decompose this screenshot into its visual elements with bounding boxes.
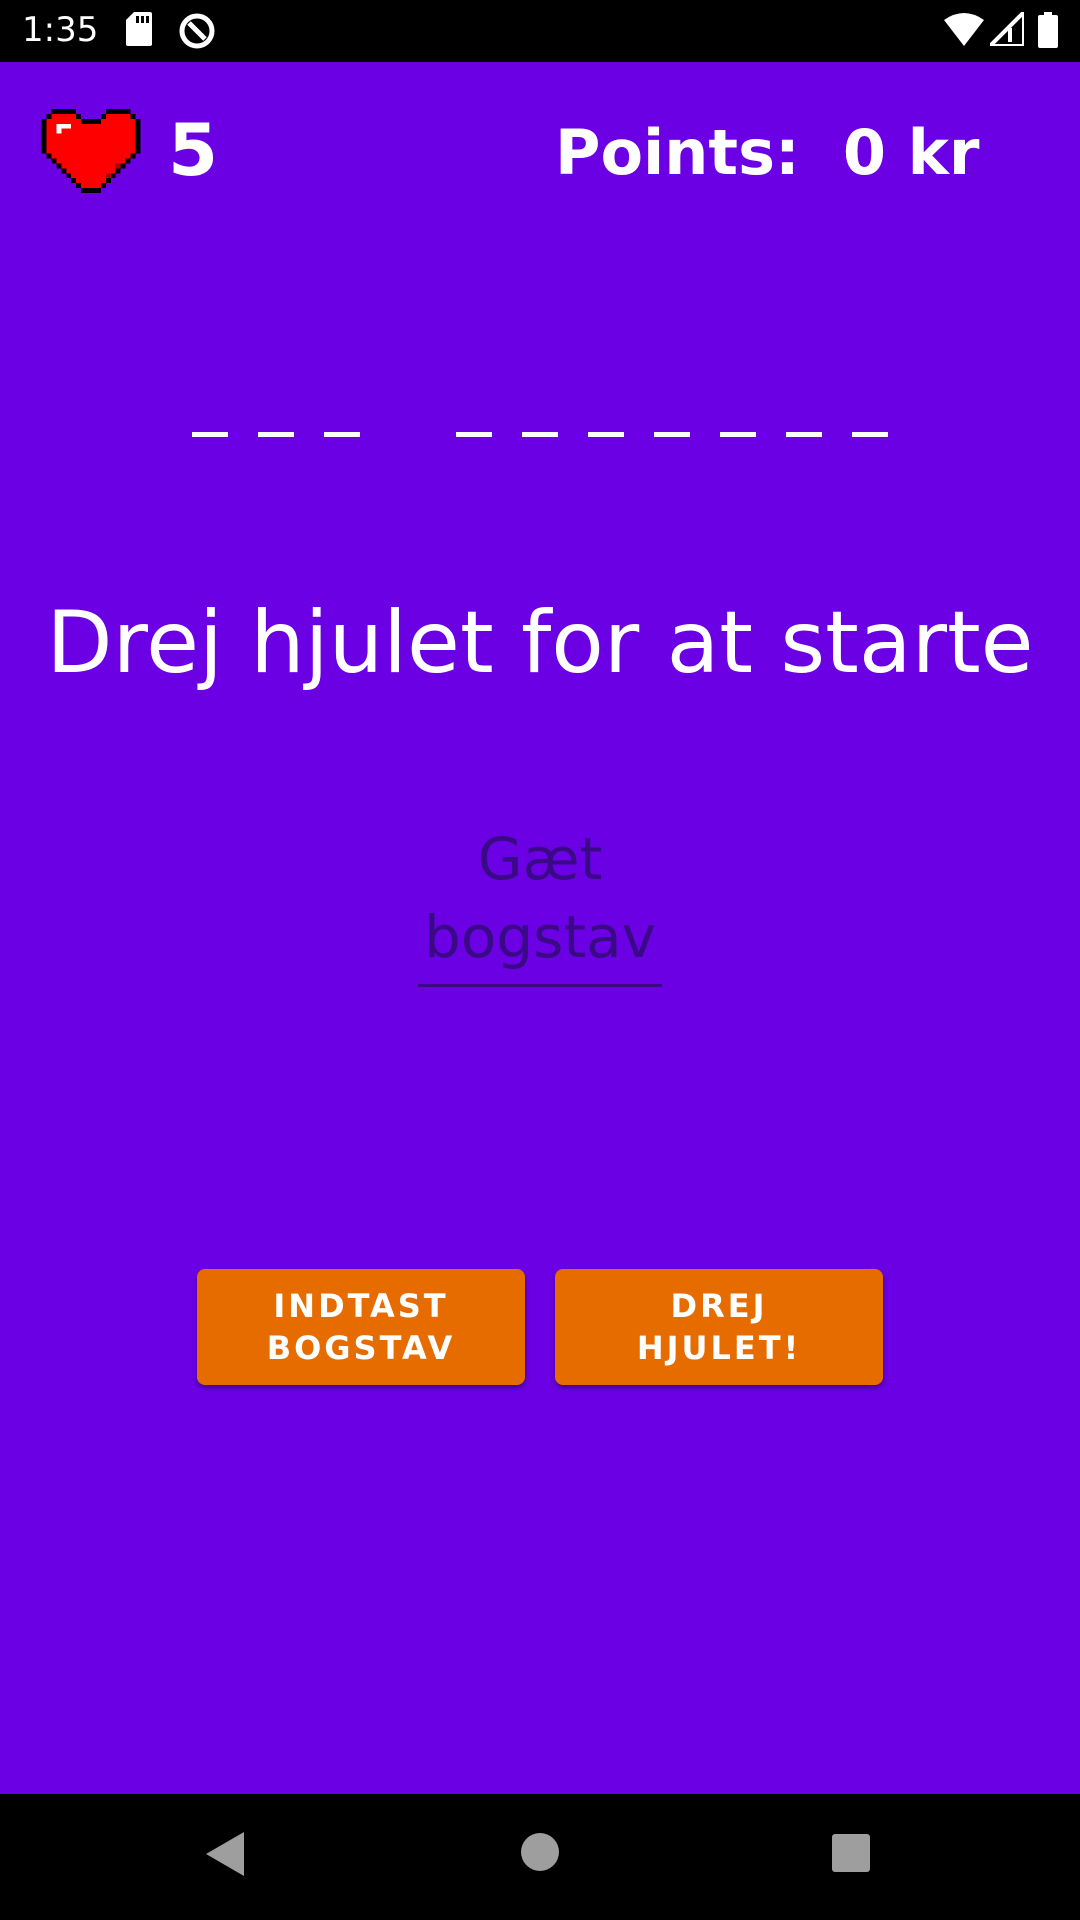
spin-wheel-button[interactable]: DREJ HJULET! — [555, 1269, 883, 1385]
letter-blank — [192, 432, 228, 437]
enter-letter-button[interactable]: INDTAST BOGSTAV — [197, 1269, 525, 1385]
data-saver-icon — [179, 13, 215, 49]
spin-wheel-label-2: HJULET! — [636, 1329, 802, 1367]
letter-blank — [852, 432, 888, 437]
letter-blank — [720, 432, 756, 437]
recents-icon[interactable] — [832, 1834, 870, 1872]
status-message: Drej hjulet for at starte — [46, 593, 1034, 693]
guess-letter-input[interactable] — [418, 824, 662, 987]
home-icon[interactable] — [520, 1832, 560, 1872]
letter-blank — [654, 432, 690, 437]
lives-count: 5 — [168, 108, 219, 192]
letter-blank — [258, 432, 294, 437]
navigation-bar — [0, 1794, 1080, 1920]
status-bar: 1:35 — [0, 0, 1080, 62]
battery-icon — [1038, 12, 1058, 48]
letter-blank — [456, 432, 492, 437]
signal-icon — [990, 12, 1024, 46]
status-time: 1:35 — [22, 10, 99, 50]
spin-wheel-label-1: DREJ — [670, 1287, 768, 1325]
letter-blank — [588, 432, 624, 437]
game-screen: 5 Points: 0 kr Drej hjulet for at starte… — [0, 62, 1080, 1794]
letter-blank — [786, 432, 822, 437]
wifi-icon — [944, 13, 984, 46]
sd-card-icon — [126, 12, 152, 46]
enter-letter-label-2: BOGSTAV — [266, 1329, 456, 1367]
back-icon[interactable] — [204, 1830, 246, 1878]
letter-blank — [324, 432, 360, 437]
points-label: Points: 0 kr — [555, 116, 980, 189]
letter-blank — [522, 432, 558, 437]
heart-icon — [41, 108, 141, 194]
enter-letter-label-1: INDTAST — [273, 1287, 449, 1325]
